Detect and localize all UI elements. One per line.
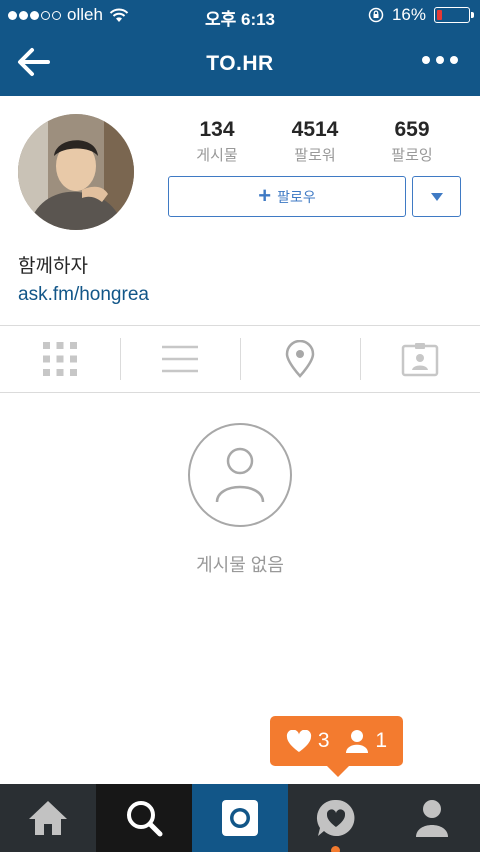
person-icon	[346, 730, 369, 753]
posts-count-label: 게시물	[196, 147, 238, 164]
status-bar: olleh 오후 6:13 16%	[0, 0, 480, 30]
avatar-photo	[18, 114, 134, 230]
profile-view-tabs	[0, 325, 480, 393]
likes-count: 3	[317, 729, 330, 752]
plus-icon: +	[258, 182, 272, 208]
following-count[interactable]: 659 팔로잉	[367, 118, 457, 165]
search-icon	[127, 801, 163, 837]
followers-count[interactable]: 4514 팔로워	[270, 118, 360, 165]
battery-icon	[434, 7, 474, 23]
follow-button[interactable]: + 팔로우	[168, 176, 406, 217]
follow-button-label: 팔로우	[277, 188, 316, 205]
profile-website-link[interactable]: ask.fm/hongrea	[18, 284, 149, 306]
nav-bar: TO.HR	[0, 30, 480, 96]
heart-icon	[286, 729, 311, 752]
posts-count: 134 게시물	[172, 118, 262, 165]
home-icon	[29, 801, 67, 835]
grid-icon	[43, 342, 77, 376]
tab-home[interactable]	[0, 784, 96, 852]
list-icon	[162, 345, 198, 373]
following-count-label: 팔로잉	[391, 147, 433, 164]
activity-badge-dot	[331, 846, 340, 852]
battery-percent: 16%	[391, 5, 426, 24]
suggested-users-dropdown-button[interactable]	[412, 176, 461, 217]
tab-activity[interactable]	[288, 784, 384, 852]
follows-count: 1	[375, 729, 388, 752]
followers-count-label: 팔로워	[294, 147, 336, 164]
battery-fill	[437, 10, 442, 20]
tab-location[interactable]	[240, 326, 360, 392]
tab-profile[interactable]	[384, 784, 480, 852]
posts-count-value: 134	[199, 118, 235, 141]
following-count-value: 659	[394, 118, 430, 141]
camera-icon	[222, 800, 258, 836]
person-outline-icon	[215, 447, 265, 503]
profile-bio: 함께하자	[18, 256, 88, 277]
location-pin-icon	[285, 340, 315, 378]
tab-list[interactable]	[120, 326, 240, 392]
tab-camera[interactable]	[192, 784, 288, 852]
rotation-lock-icon	[368, 7, 384, 23]
empty-posts-text: 게시물 없음	[196, 555, 284, 575]
profile-username-title: TO.HR	[206, 52, 274, 75]
activity-notification-bubble[interactable]: 3 1	[270, 716, 403, 777]
empty-posts-icon	[188, 423, 292, 527]
avatar[interactable]	[18, 114, 134, 230]
tagged-photos-icon	[401, 343, 439, 377]
top-bar: olleh 오후 6:13 16% TO.HR	[0, 0, 480, 96]
tab-search[interactable]	[96, 784, 192, 852]
chevron-down-icon	[430, 192, 443, 201]
bottom-tab-bar	[0, 784, 480, 852]
activity-icon	[316, 799, 355, 836]
followers-count-value: 4514	[291, 118, 339, 141]
tab-grid[interactable]	[0, 326, 120, 392]
profile-icon	[416, 800, 448, 837]
more-dots-icon[interactable]	[422, 56, 458, 64]
tab-tagged[interactable]	[360, 326, 480, 392]
